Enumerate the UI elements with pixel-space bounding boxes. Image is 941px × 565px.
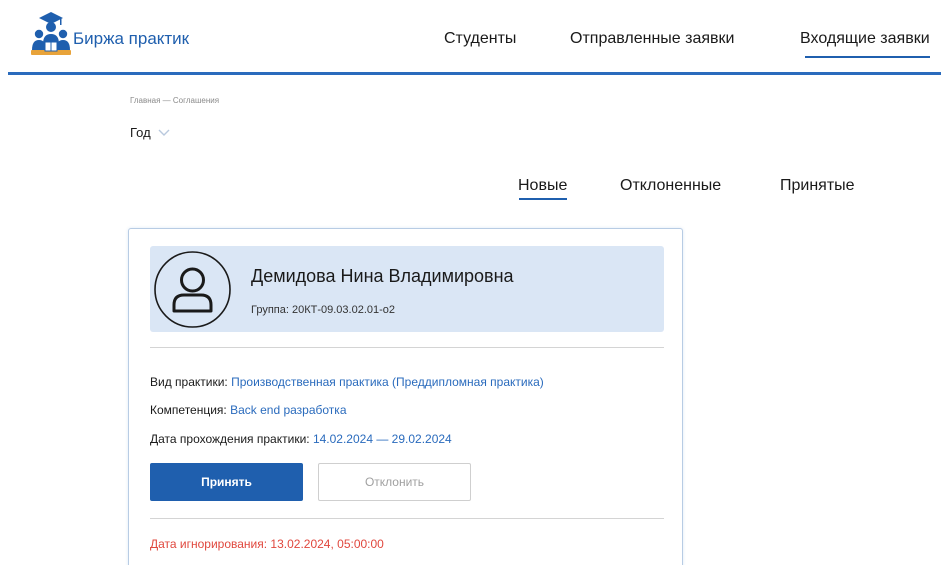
user-avatar-icon [154,251,231,328]
competence-value: Back end разработка [230,403,347,417]
student-profile: Демидова Нина Владимировна Группа: 20КТ-… [150,246,664,332]
logo-icon[interactable] [29,10,73,56]
accept-button[interactable]: Принять [150,463,303,501]
tab-rejected[interactable]: Отклоненные [620,177,721,195]
brand-name[interactable]: Биржа практик [73,29,189,49]
practice-type-label: Вид практики: [150,375,232,389]
student-name: Демидова Нина Владимировна [251,266,514,286]
practice-dates-value: 14.02.2024 — 29.02.2024 [312,432,452,446]
nav-sent-requests[interactable]: Отправленные заявки [570,30,734,48]
application-card: Демидова Нина Владимировна Группа: 20КТ-… [128,228,683,565]
competence: Компетенция: Back end разработка [150,403,347,417]
student-group: Группа: 20КТ-09.03.02.01-о2 [251,304,396,316]
ignore-date: Дата игнорирования: 13.02.2024, 05:00:00 [150,537,384,551]
year-filter-label: Год [130,125,151,140]
competence-label: Компетенция: [150,403,231,417]
tab-active-indicator [519,198,567,200]
nav-active-indicator [805,56,930,58]
practice-dates-label: Дата прохождения практики: [150,432,313,446]
breadcrumb[interactable]: Главная — Соглашения [130,96,219,105]
practice-type: Вид практики: Производственная практика … [150,375,544,389]
card-divider [150,347,664,348]
header-divider [8,72,941,75]
practice-type-value: Производственная практика (Преддипломная… [231,375,544,389]
reject-button[interactable]: Отклонить [318,463,471,501]
tab-accepted[interactable]: Принятые [780,177,855,195]
tab-new[interactable]: Новые [518,177,567,195]
year-filter[interactable]: Год [130,125,171,140]
card-divider-bottom [150,518,664,519]
practice-dates: Дата прохождения практики: 14.02.2024 — … [150,432,452,446]
chevron-down-icon [158,129,170,136]
nav-incoming-requests[interactable]: Входящие заявки [800,30,930,48]
top-header: Биржа практик Студенты Отправленные заяв… [0,0,941,74]
nav-students[interactable]: Студенты [444,30,516,48]
